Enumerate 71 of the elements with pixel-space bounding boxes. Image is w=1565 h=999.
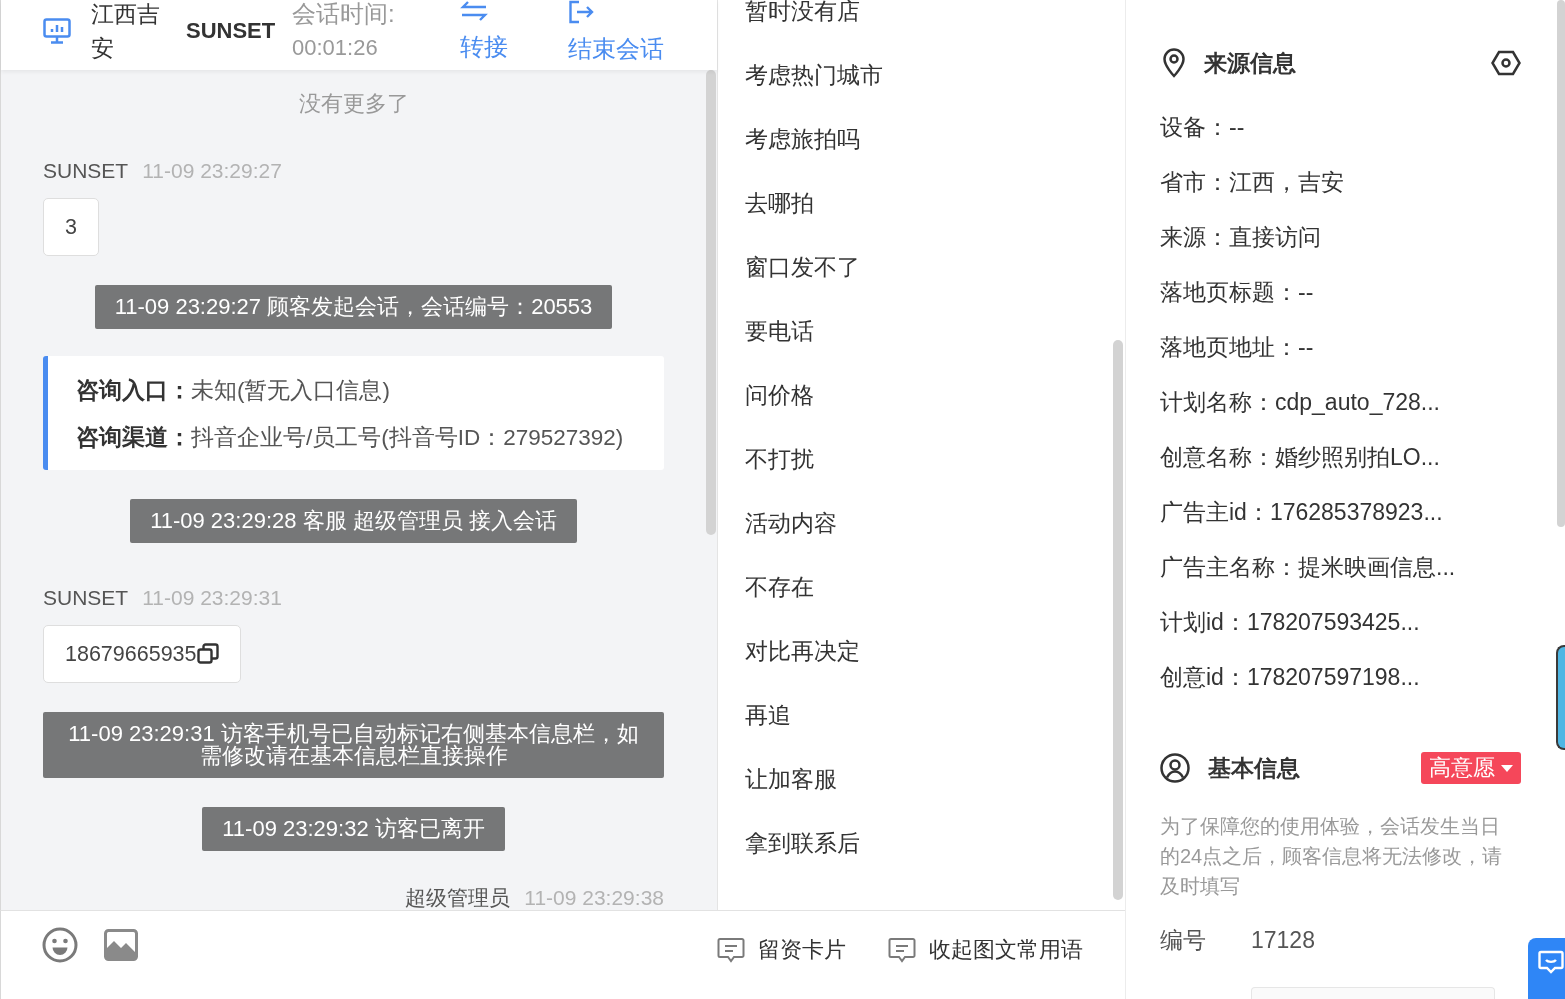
toolbar-button[interactable]: 留资卡片 <box>717 935 846 965</box>
user-circle-icon <box>1160 753 1190 783</box>
notice-text: 为了保障您的使用体验，会话发生当日的24点之后，顾客信息将无法修改，请及时填写 <box>1160 814 1504 899</box>
location-pin-icon <box>1162 48 1186 78</box>
info-field: 计划id：178207593425... <box>1160 595 1521 650</box>
info-field: 设备：-- <box>1160 100 1521 155</box>
system-notice: 11-09 23:29:32 访客已离开 <box>202 807 505 851</box>
sender-name: 超级管理员 <box>405 886 511 910</box>
section-title: 基本信息 <box>1208 753 1300 783</box>
no-more-text: 没有更多了 <box>297 92 410 116</box>
caret-icon <box>1501 764 1513 772</box>
message-text: 3 <box>65 214 77 240</box>
message-text: 18679665935 <box>65 641 197 667</box>
toolbar-button[interactable]: 收起图文常用语 <box>888 935 1083 965</box>
session-time: 00:01:26 <box>292 34 379 62</box>
quick-reply-item[interactable]: 窗口发不了 <box>745 256 860 278</box>
image-icon[interactable] <box>104 929 138 961</box>
copy-icon[interactable] <box>196 643 219 665</box>
quick-reply-item[interactable]: 问价格 <box>745 384 814 406</box>
message-icon <box>717 937 745 963</box>
visitor-region: 江西吉安 <box>91 0 161 63</box>
info-field: 计划名称：cdp_auto_728... <box>1160 375 1521 430</box>
quick-reply-item[interactable]: 拿到联系后 <box>745 832 860 854</box>
info-field: 落地页地址：-- <box>1160 320 1521 375</box>
message-icon <box>888 937 916 963</box>
message-time: 11-09 23:29:31 <box>142 586 282 610</box>
hexagon-icon[interactable] <box>1491 50 1521 76</box>
visitor-name: SUNSET <box>186 17 277 45</box>
quick-reply-item[interactable]: 不存在 <box>745 576 814 598</box>
quick-reply-item[interactable]: 考虑热门城市 <box>745 64 883 86</box>
exit-icon <box>568 0 594 24</box>
input-field[interactable] <box>1251 987 1495 999</box>
field-label: 编号 <box>1160 926 1207 955</box>
scrollbar[interactable] <box>1113 340 1123 900</box>
quick-reply-item[interactable]: 再追 <box>745 704 791 726</box>
monitor-icon <box>43 18 71 44</box>
system-notice: 11-09 23:29:27 顾客发起会话，会话编号：20553 <box>94 285 613 329</box>
field-value: 17128 <box>1251 926 1315 955</box>
emoji-icon[interactable] <box>42 927 78 963</box>
quick-reply-item[interactable]: 让加客服 <box>745 768 837 790</box>
quick-reply-item[interactable]: 不打扰 <box>745 448 814 470</box>
quick-reply-item[interactable]: 考虑旅拍吗 <box>745 128 860 150</box>
swap-arrows-icon <box>460 0 488 22</box>
card-line: 咨询渠道：抖音企业号/员工号(抖音号ID：279527392) <box>76 424 625 452</box>
system-notice: 11-09 23:29:28 客服 超级管理员 接入会话 <box>130 499 577 543</box>
floating-widget[interactable] <box>1556 645 1565 750</box>
scrollbar[interactable] <box>1557 0 1565 527</box>
info-field: 省市：江西，吉安 <box>1160 155 1521 210</box>
message-time: 11-09 23:29:38 <box>524 886 664 910</box>
info-field: 落地页标题：-- <box>1160 265 1521 320</box>
chat-bubble-icon <box>1538 950 1564 974</box>
quick-reply-item[interactable]: 活动内容 <box>745 512 837 534</box>
intent-tag[interactable]: 高意愿 <box>1421 752 1521 784</box>
quick-reply-item[interactable]: 对比再决定 <box>745 640 860 662</box>
scrollbar[interactable] <box>706 70 716 535</box>
info-field: 来源：直接访问 <box>1160 210 1521 265</box>
card-line: 咨询入口：未知(暂无入口信息) <box>76 377 391 405</box>
info-field: 创意id：178207597198... <box>1160 650 1521 705</box>
info-field: 广告主id：176285378923... <box>1160 485 1521 540</box>
session-label: 会话时间: <box>292 0 396 29</box>
info-field: 创意名称：婚纱照别拍LO... <box>1160 430 1521 485</box>
quick-reply-item[interactable]: 去哪拍 <box>745 192 814 214</box>
quick-reply-item[interactable]: 暂时没有店 <box>745 0 860 22</box>
section-title: 来源信息 <box>1204 48 1296 78</box>
info-field: 广告主名称：提米映画信息... <box>1160 540 1521 595</box>
system-notice: 11-09 23:29:31 访客手机号已自动标记右侧基本信息栏，如需修改请在基本信息栏直接操作 <box>43 712 664 778</box>
sender-name: SUNSET <box>43 586 129 610</box>
quick-reply-item[interactable]: 要电话 <box>745 320 814 342</box>
message-time: 11-09 23:29:27 <box>142 159 282 183</box>
sender-name: SUNSET <box>43 159 129 183</box>
chat-float-button[interactable] <box>1528 938 1565 999</box>
